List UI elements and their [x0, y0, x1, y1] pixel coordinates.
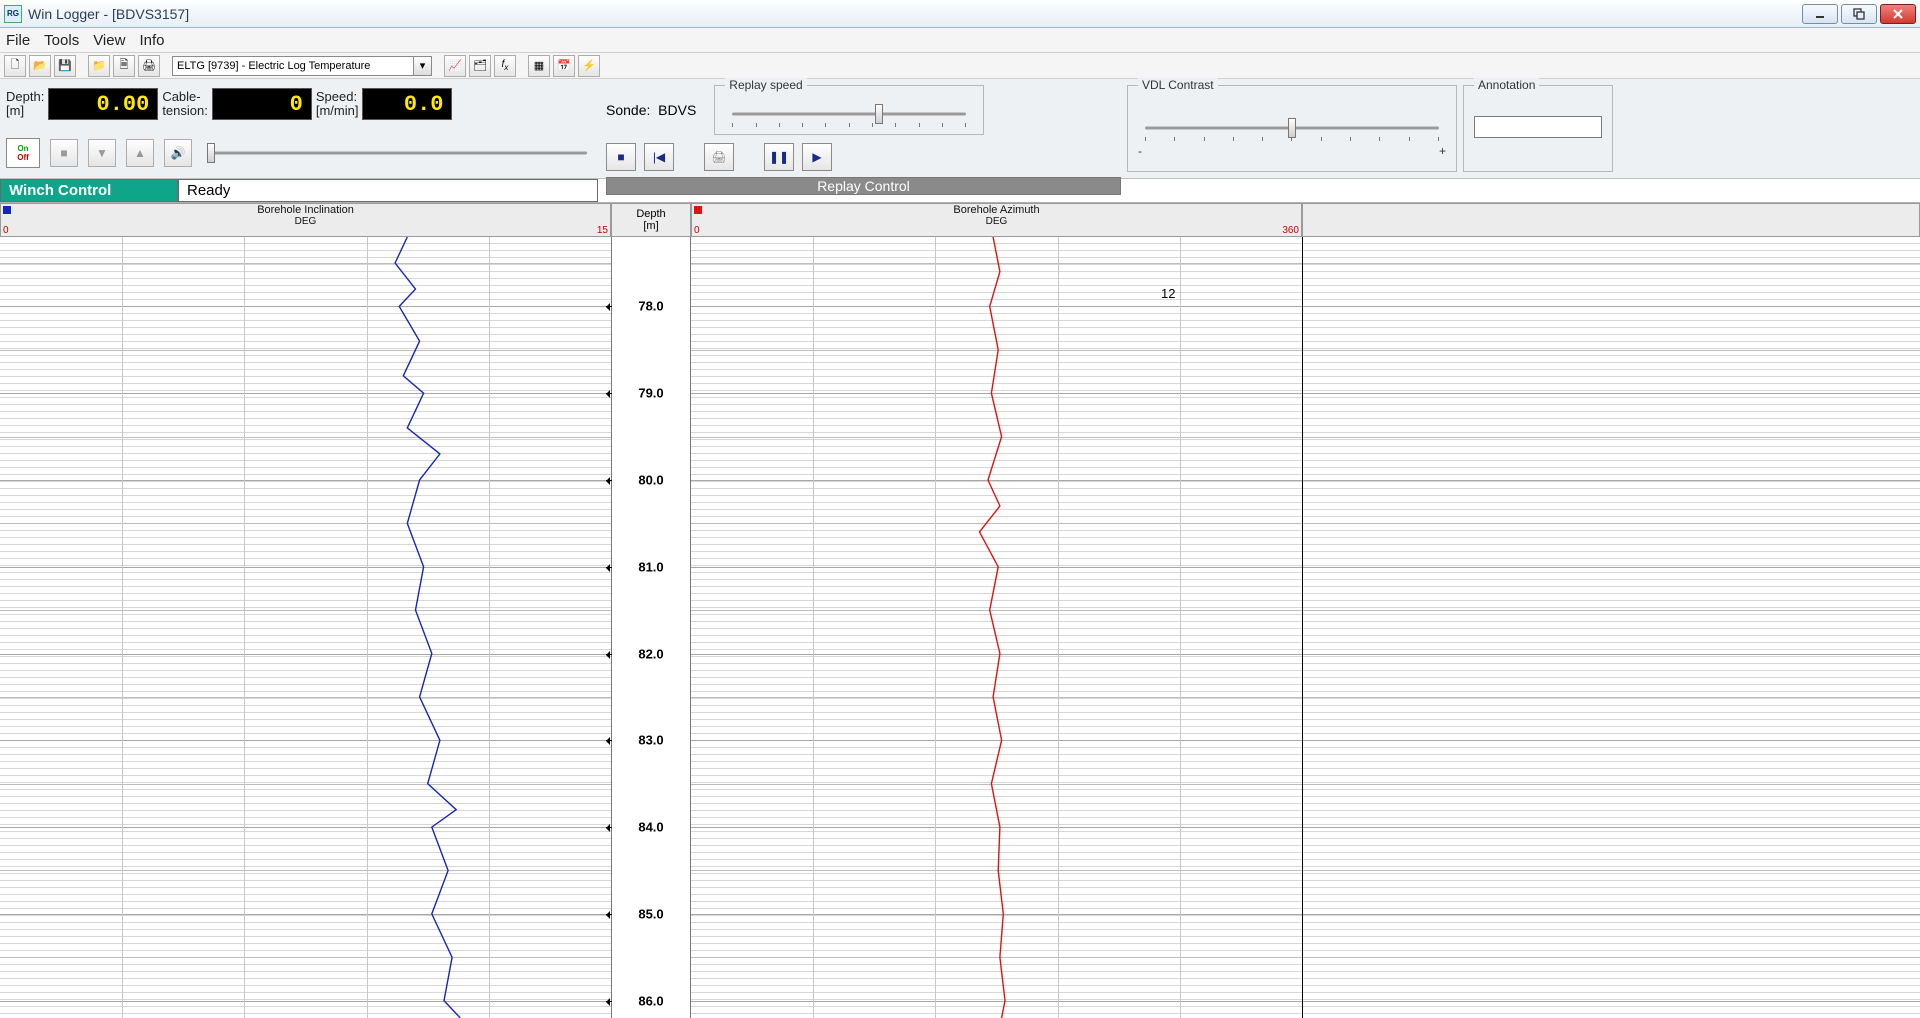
app-icon: RG: [4, 5, 22, 23]
winch-stop-button[interactable]: ■: [50, 139, 78, 167]
speed-display: 0.0: [362, 88, 452, 120]
vdl-contrast-slider[interactable]: [1138, 116, 1446, 140]
replay-pause-button[interactable]: ❚❚: [764, 143, 794, 171]
sonde-label: Sonde: BDVS: [606, 102, 696, 118]
vdl-plus: +: [1439, 144, 1446, 158]
sonde-select-value: ELTG [9739] - Electric Log Temperature: [177, 60, 370, 72]
winch-up-button[interactable]: ▲: [126, 139, 154, 167]
tool-open-icon[interactable]: 📂: [29, 55, 51, 77]
replay-stop-button[interactable]: ■: [606, 143, 636, 171]
tool-chart-icon[interactable]: 📈: [444, 55, 466, 77]
toolbar: 🗋 📂 💾 📁 🗎 🖨 ELTG [9739] - Electric Log T…: [0, 53, 1920, 79]
status-winch: Winch Control: [0, 179, 178, 202]
tool-bolt-icon[interactable]: ⚡: [578, 55, 600, 77]
status-ready: Ready: [178, 179, 598, 202]
depth-label: Depth:[m]: [6, 90, 44, 118]
annotation-group: Annotation: [1463, 85, 1613, 172]
winch-onoff-button[interactable]: OnOff: [6, 138, 40, 168]
titlebar: RG Win Logger - [BDVS3157]: [0, 0, 1920, 28]
speed-label: Speed:[m/min]: [316, 90, 359, 118]
replay-play-button[interactable]: ▶: [802, 143, 832, 171]
tool-layers-icon[interactable]: 🗂: [469, 55, 491, 77]
annotation-legend: Annotation: [1474, 78, 1539, 92]
window-title: Win Logger - [BDVS3157]: [28, 6, 189, 22]
track-blank-header: [1302, 203, 1920, 237]
square-icon: [3, 206, 11, 214]
replay-speed-group: Replay speed: [714, 85, 984, 135]
minimize-button[interactable]: [1802, 4, 1838, 24]
replay-control-bar: Replay Control: [606, 177, 1121, 195]
track-azimuth-header: Borehole Azimuth DEG 0360: [691, 203, 1302, 237]
sonde-select[interactable]: ELTG [9739] - Electric Log Temperature ▾: [172, 56, 432, 76]
replay-speed-slider[interactable]: [725, 102, 973, 126]
menu-info[interactable]: Info: [139, 32, 164, 49]
tool-fx-icon[interactable]: fx: [494, 55, 516, 77]
depth-column[interactable]: 78.079.080.081.082.083.084.085.086.0: [611, 237, 691, 1018]
vdl-legend: VDL Contrast: [1138, 78, 1218, 92]
chevron-down-icon[interactable]: ▾: [413, 57, 431, 75]
depth-column-header: Depth[m]: [611, 203, 691, 237]
winch-down-button[interactable]: ▼: [88, 139, 116, 167]
winch-controls: OnOff ■ ▼ ▲ 🔊: [0, 129, 600, 177]
tool-print-icon[interactable]: 🖨: [138, 55, 160, 77]
replay-prev-button[interactable]: |◀: [644, 143, 674, 171]
vdl-minus: -: [1138, 144, 1142, 158]
track-azimuth-body[interactable]: 12: [691, 237, 1302, 1018]
tool-new-icon[interactable]: 🗋: [4, 55, 26, 77]
annotation-12: 12: [1161, 286, 1175, 301]
tool-save-icon[interactable]: 💾: [54, 55, 76, 77]
tool-preview-icon[interactable]: 🗎: [113, 55, 135, 77]
vdl-contrast-group: VDL Contrast -+: [1127, 85, 1457, 172]
readouts: Depth:[m] 0.00 Cable-tension: 0 Speed:[m…: [0, 79, 600, 129]
winch-speed-slider[interactable]: [202, 141, 594, 165]
annotation-input[interactable]: [1474, 116, 1602, 138]
replay-speed-legend: Replay speed: [725, 78, 806, 92]
square-icon: [694, 206, 702, 214]
panels-row: Depth:[m] 0.00 Cable-tension: 0 Speed:[m…: [0, 79, 1920, 179]
replay-print-button[interactable]: 🖨: [704, 143, 734, 171]
tension-label: Cable-tension:: [162, 90, 208, 118]
tool-grid-icon[interactable]: ▦: [528, 55, 550, 77]
track-divider: [1302, 237, 1303, 1018]
depth-display: 0.00: [48, 88, 158, 120]
maximize-button[interactable]: [1841, 4, 1877, 24]
menu-tools[interactable]: Tools: [44, 32, 79, 49]
menu-view[interactable]: View: [93, 32, 125, 49]
tool-calendar-icon[interactable]: 📅: [553, 55, 575, 77]
winch-sound-button[interactable]: 🔊: [164, 139, 192, 167]
track-inclination-header: Borehole Inclination DEG 015: [0, 203, 611, 237]
close-button[interactable]: [1880, 4, 1916, 24]
menubar: File Tools View Info: [0, 28, 1920, 53]
tension-display: 0: [212, 88, 312, 120]
log-area: Borehole Inclination DEG 015 Depth[m] Bo…: [0, 203, 1920, 1018]
track-blank-body[interactable]: [1302, 237, 1920, 1018]
menu-file[interactable]: File: [6, 32, 30, 49]
track-inclination-body[interactable]: [0, 237, 611, 1018]
tool-folder-icon[interactable]: 📁: [88, 55, 110, 77]
